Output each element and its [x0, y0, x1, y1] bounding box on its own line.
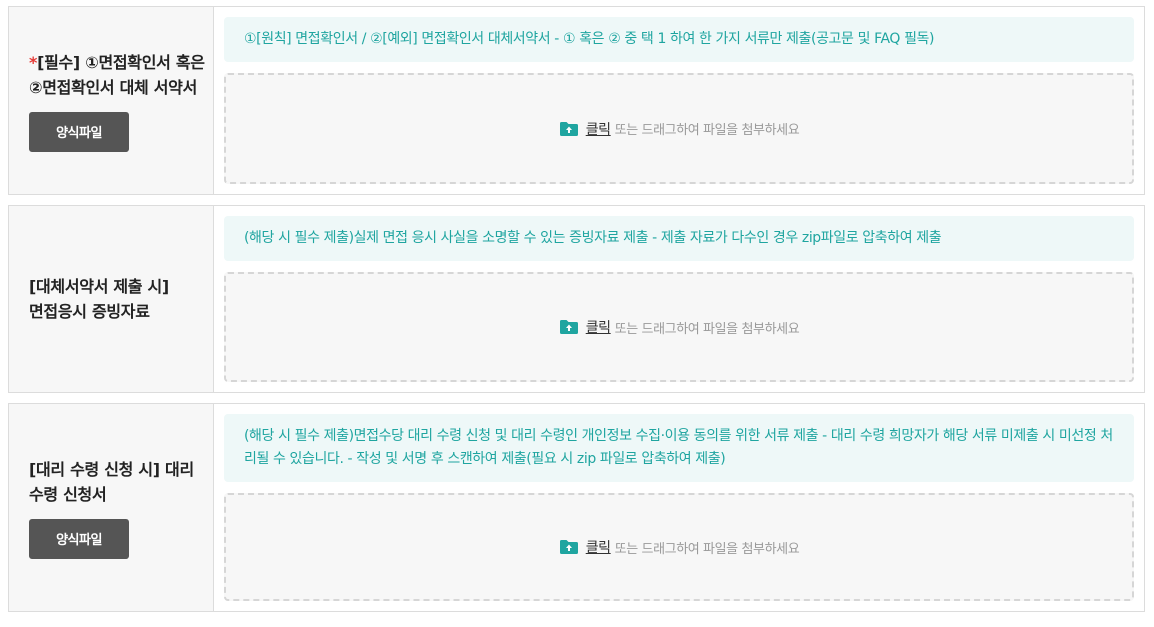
attachment-row-interview-confirmation: *[필수] ①면접확인서 혹은 ②면접확인서 대체 서약서 양식파일 ①[원칙]… — [8, 6, 1145, 195]
notice-box: ①[원칙] 면접확인서 / ②[예외] 면접확인서 대체서약서 - ① 혹은 ②… — [224, 17, 1134, 62]
upload-click-link[interactable]: 클릭 — [586, 119, 611, 139]
row-title: [대체서약서 제출 시] 면접응시 증빙자료 — [29, 277, 169, 321]
attachment-row-proxy-receipt: [대리 수령 신청 시] 대리 수령 신청서 양식파일 (해당 시 필수 제출)… — [8, 403, 1145, 612]
folder-upload-icon — [559, 320, 578, 334]
file-dropzone[interactable]: 클릭 또는 드래그하여 파일을 첨부하세요 — [224, 272, 1134, 382]
upload-hint-text: 또는 드래그하여 파일을 첨부하세요 — [614, 541, 800, 557]
notice-box: (해당 시 필수 제출)실제 면접 응시 사실을 소명할 수 있는 증빙자료 제… — [224, 216, 1134, 261]
upload-hint-text: 또는 드래그하여 파일을 첨부하세요 — [614, 123, 800, 138]
file-dropzone[interactable]: 클릭 또는 드래그하여 파일을 첨부하세요 — [224, 73, 1134, 184]
form-file-button[interactable]: 양식파일 — [29, 111, 129, 152]
required-mark: * — [29, 52, 38, 72]
form-file-button[interactable]: 양식파일 — [29, 518, 129, 559]
upload-click-link[interactable]: 클릭 — [586, 537, 611, 557]
row-title: *[필수] ①면접확인서 혹은 ②면접확인서 대체 서약서 — [29, 50, 205, 100]
folder-upload-icon — [559, 540, 578, 554]
row-label-cell: [대체서약서 제출 시] 면접응시 증빙자료 — [9, 206, 214, 392]
folder-upload-icon — [559, 121, 578, 136]
file-dropzone[interactable]: 클릭 또는 드래그하여 파일을 첨부하세요 — [224, 493, 1134, 601]
upload-click-link[interactable]: 클릭 — [586, 317, 611, 337]
row-label-cell: *[필수] ①면접확인서 혹은 ②면접확인서 대체 서약서 양식파일 — [9, 7, 214, 194]
row-title-text: [필수] ①면접확인서 혹은 ②면접확인서 대체 서약서 — [29, 52, 205, 97]
attachment-row-interview-evidence: [대체서약서 제출 시] 면접응시 증빙자료 (해당 시 필수 제출)실제 면접… — [8, 205, 1145, 393]
row-label-cell: [대리 수령 신청 시] 대리 수령 신청서 양식파일 — [9, 404, 214, 611]
attachment-form: *[필수] ①면접확인서 혹은 ②면접확인서 대체 서약서 양식파일 ①[원칙]… — [0, 0, 1154, 627]
row-content-cell: (해당 시 필수 제출)면접수당 대리 수령 신청 및 대리 수령인 개인정보 … — [214, 404, 1144, 611]
notice-box: (해당 시 필수 제출)면접수당 대리 수령 신청 및 대리 수령인 개인정보 … — [224, 414, 1134, 482]
upload-hint-text: 또는 드래그하여 파일을 첨부하세요 — [614, 321, 800, 337]
row-content-cell: ①[원칙] 면접확인서 / ②[예외] 면접확인서 대체서약서 - ① 혹은 ②… — [214, 7, 1144, 194]
row-content-cell: (해당 시 필수 제출)실제 면접 응시 사실을 소명할 수 있는 증빙자료 제… — [214, 206, 1144, 392]
row-title: [대리 수령 신청 시] 대리 수령 신청서 — [29, 459, 194, 504]
